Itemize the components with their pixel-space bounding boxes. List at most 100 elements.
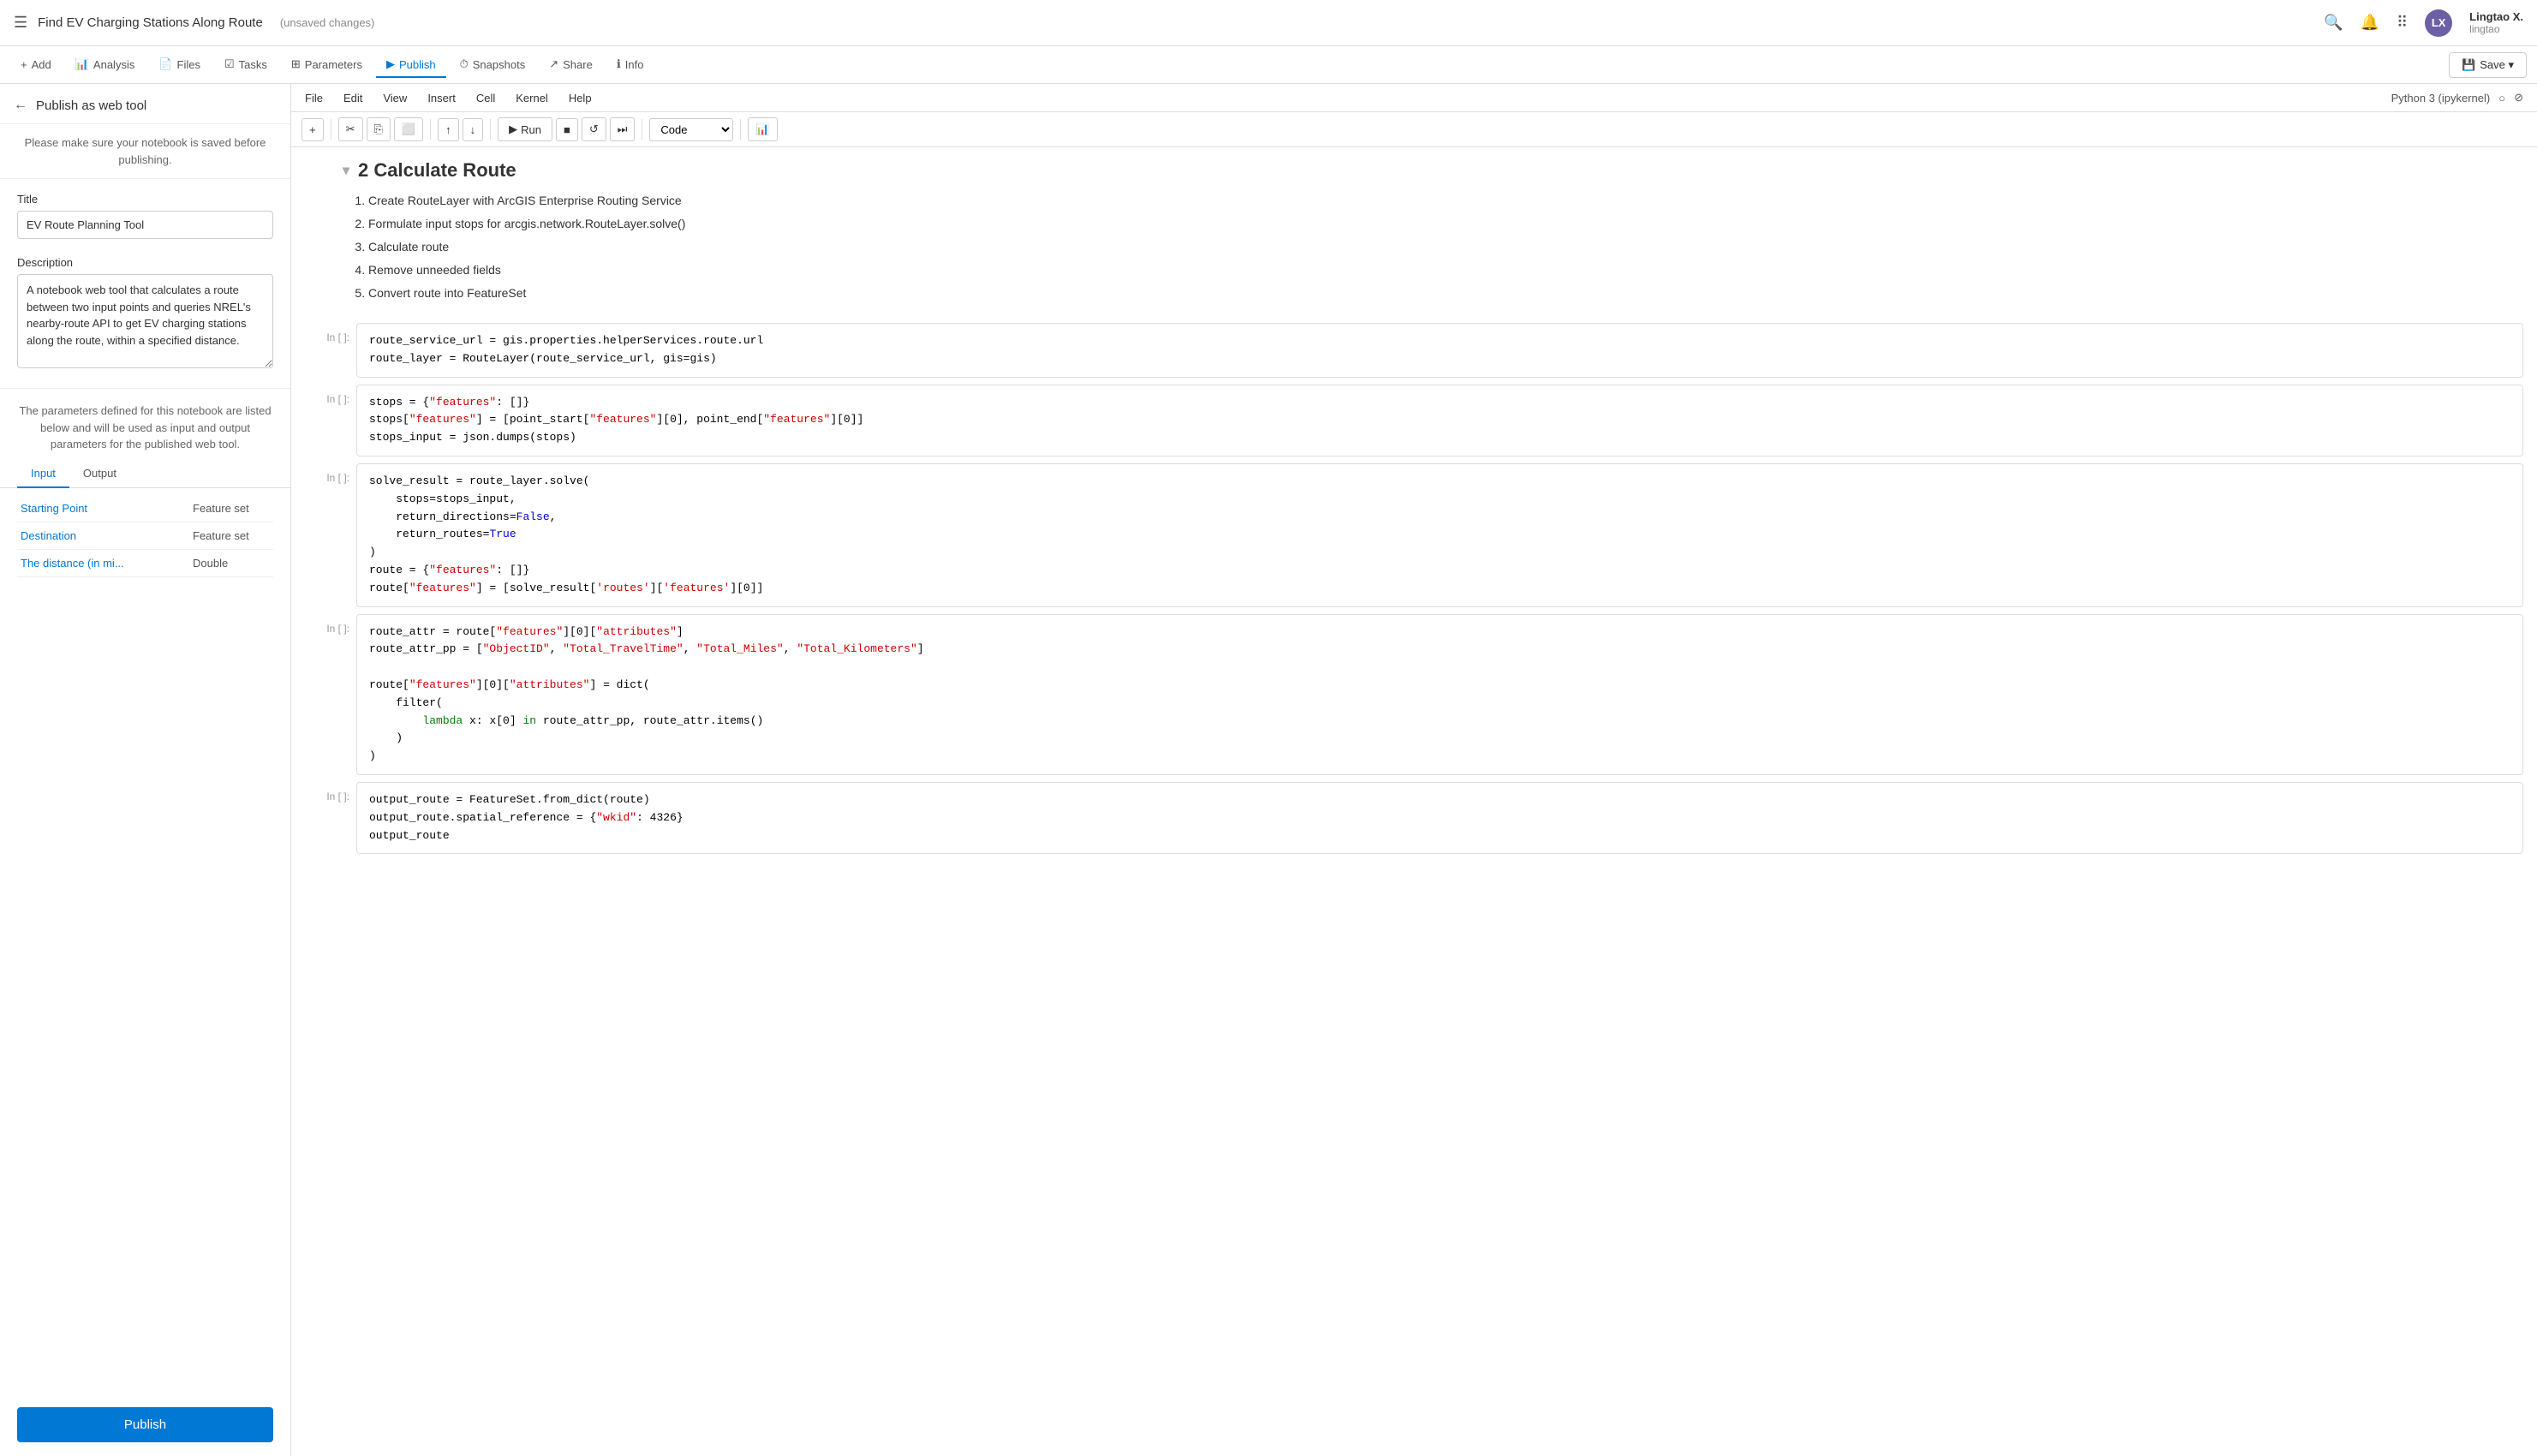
menu-help[interactable]: Help — [569, 92, 592, 104]
tab-input[interactable]: Input — [17, 460, 69, 488]
nav-share[interactable]: ↗ Share — [539, 52, 603, 78]
section-title: ▾ 2 Calculate Route — [343, 159, 2520, 182]
title-label: Title — [17, 193, 273, 206]
param-starting-point-type: Feature set — [193, 502, 270, 515]
nav-info[interactable]: ℹ Info — [606, 52, 654, 78]
cell-content-2[interactable]: stops = {"features": []} stops["features… — [356, 385, 2523, 456]
toolbar-nav: + Add 📊 Analysis 📄 Files ☑ Tasks ⊞ Param… — [0, 46, 2537, 84]
code-cell-4: In [ ]: route_attr = route["features"][0… — [291, 611, 2537, 779]
save-icon: 💾 — [2462, 58, 2475, 72]
kernel-status-icon: ○ — [2498, 92, 2505, 104]
nav-tasks[interactable]: ☑ Tasks — [214, 52, 278, 78]
left-panel: ← Publish as web tool Please make sure y… — [0, 84, 291, 1456]
code-cell-3: In [ ]: solve_result = route_layer.solve… — [291, 460, 2537, 611]
move-up-button[interactable]: ↑ — [438, 118, 459, 141]
menu-icon[interactable]: ☰ — [14, 14, 27, 32]
search-icon[interactable]: 🔍 — [2324, 14, 2343, 32]
back-button[interactable]: ← — [14, 98, 27, 113]
copy-button[interactable]: ⎘ — [367, 117, 391, 141]
title-input[interactable] — [17, 211, 273, 239]
menu-file[interactable]: File — [305, 92, 323, 104]
publish-button[interactable]: Publish — [17, 1407, 273, 1442]
tab-output[interactable]: Output — [69, 460, 130, 488]
params-notice: The parameters defined for this notebook… — [0, 392, 290, 460]
menu-insert[interactable]: Insert — [427, 92, 456, 104]
menu-edit[interactable]: Edit — [343, 92, 362, 104]
user-name: Lingtao X. — [2469, 10, 2523, 23]
paste-button[interactable]: ⬜ — [394, 117, 423, 141]
param-destination[interactable]: Destination — [21, 529, 182, 542]
user-handle: lingtao — [2469, 23, 2523, 35]
nav-files[interactable]: 📄 Files — [148, 52, 211, 78]
menu-cell[interactable]: Cell — [476, 92, 495, 104]
collapse-button[interactable]: ▾ — [343, 162, 349, 179]
list-item: Convert route into FeatureSet — [368, 284, 2520, 302]
analysis-icon: 📊 — [75, 57, 89, 71]
code-cell-5: In [ ]: output_route = FeatureSet.from_d… — [291, 779, 2537, 857]
toolbar-divider-5 — [740, 119, 741, 140]
list-item: Create RouteLayer with ArcGIS Enterprise… — [368, 192, 2520, 210]
move-down-button[interactable]: ↓ — [463, 118, 484, 141]
code-block-2: stops = {"features": []} stops["features… — [357, 385, 2522, 456]
snapshots-icon: ⏱ — [460, 57, 469, 71]
cell-content-4[interactable]: route_attr = route["features"][0]["attri… — [356, 614, 2523, 775]
stop-button[interactable]: ■ — [556, 118, 578, 141]
param-row: The distance (in mi... Double — [17, 550, 273, 577]
cell-type-select[interactable]: Code Markdown Raw — [649, 118, 733, 141]
top-bar: ☰ Find EV Charging Stations Along Route … — [0, 0, 2537, 46]
main-layout: ← Publish as web tool Please make sure y… — [0, 84, 2537, 1456]
add-cell-button[interactable]: + — [301, 118, 324, 141]
toolbar-divider-2 — [430, 119, 431, 140]
kernel-trusted-icon: ⊘ — [2514, 91, 2523, 104]
code-block-4: route_attr = route["features"][0]["attri… — [357, 615, 2522, 774]
param-distance[interactable]: The distance (in mi... — [21, 557, 182, 570]
list-item: Formulate input stops for arcgis.network… — [368, 215, 2520, 233]
avatar[interactable]: LX — [2425, 9, 2452, 37]
list-item: Remove unneeded fields — [368, 261, 2520, 279]
code-block-1: route_service_url = gis.properties.helpe… — [357, 324, 2522, 377]
nav-add[interactable]: + Add — [10, 53, 62, 78]
cell-content-1[interactable]: route_service_url = gis.properties.helpe… — [356, 323, 2523, 378]
param-row: Starting Point Feature set — [17, 495, 273, 522]
params-table: Starting Point Feature set Destination F… — [0, 488, 290, 591]
nav-publish[interactable]: ▶ Publish — [376, 52, 446, 78]
add-icon: + — [21, 58, 27, 71]
nav-parameters[interactable]: ⊞ Parameters — [281, 52, 373, 78]
panel-notice: Please make sure your notebook is saved … — [0, 124, 290, 179]
notebook-panel: File Edit View Insert Cell Kernel Help P… — [291, 84, 2537, 1456]
save-button[interactable]: 💾 Save ▾ — [2449, 52, 2527, 78]
panel-divider — [0, 388, 290, 389]
share-icon: ↗ — [549, 57, 558, 71]
markdown-cell-container: ▾ 2 Calculate Route Create RouteLayer wi… — [291, 147, 2537, 319]
description-input[interactable]: A notebook web tool that calculates a ro… — [17, 274, 273, 368]
top-bar-right: 🔍 🔔 ⠿ LX Lingtao X. lingtao — [2324, 9, 2523, 37]
kernel-label: Python 3 (ipykernel) — [2391, 92, 2491, 104]
nav-analysis[interactable]: 📊 Analysis — [65, 52, 146, 78]
info-icon: ℹ — [617, 57, 621, 71]
param-starting-point[interactable]: Starting Point — [21, 502, 182, 515]
run-icon: ▶ — [509, 122, 517, 136]
param-distance-type: Double — [193, 557, 270, 570]
cell-prompt-3: In [ ]: — [305, 463, 356, 484]
tasks-icon: ☑ — [224, 57, 235, 71]
section-steps: Create RouteLayer with ArcGIS Enterprise… — [343, 192, 2520, 302]
code-block-3: solve_result = route_layer.solve( stops=… — [357, 464, 2522, 606]
menu-kernel[interactable]: Kernel — [516, 92, 548, 104]
description-label: Description — [17, 256, 273, 269]
params-tabs: Input Output — [0, 460, 290, 488]
restart-run-button[interactable]: ⏭ — [610, 117, 636, 141]
menu-view[interactable]: View — [383, 92, 407, 104]
chart-button[interactable]: 📊 — [748, 117, 777, 141]
cut-button[interactable]: ✂ — [338, 117, 363, 141]
cell-prompt-4: In [ ]: — [305, 614, 356, 635]
cell-content-5[interactable]: output_route = FeatureSet.from_dict(rout… — [356, 782, 2523, 854]
description-section: Description A notebook web tool that cal… — [0, 253, 290, 385]
restart-button[interactable]: ↺ — [582, 117, 606, 141]
notification-icon[interactable]: 🔔 — [2361, 14, 2379, 32]
nav-snapshots[interactable]: ⏱ Snapshots — [450, 52, 536, 78]
notebook-title: Find EV Charging Stations Along Route — [38, 15, 263, 30]
jupyter-toolbar: + ✂ ⎘ ⬜ ↑ ↓ ▶ Run ■ ↺ ⏭ Code Markdown Ra… — [291, 112, 2537, 147]
apps-grid-icon[interactable]: ⠿ — [2397, 14, 2408, 32]
run-button[interactable]: ▶ Run — [498, 117, 552, 141]
cell-content-3[interactable]: solve_result = route_layer.solve( stops=… — [356, 463, 2523, 607]
